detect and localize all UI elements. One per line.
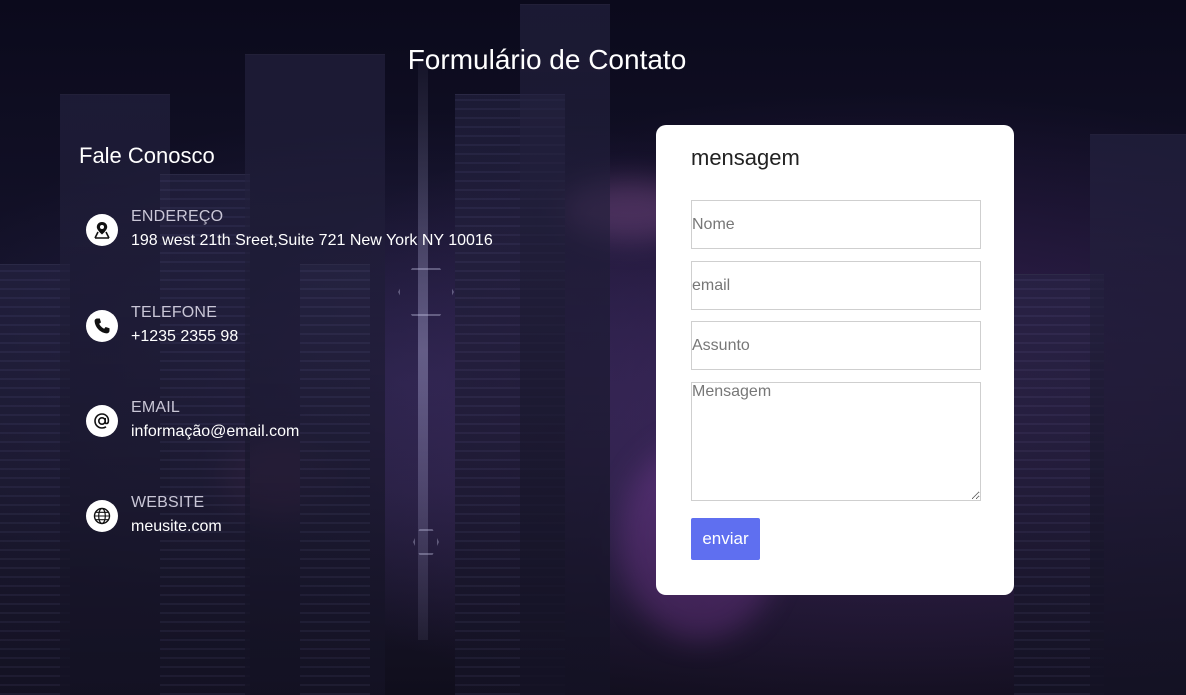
email-input[interactable]	[691, 261, 981, 310]
page-title: Formulário de Contato	[407, 44, 687, 75]
contact-info-heading: Fale Conosco	[79, 143, 215, 168]
address-label: ENDEREÇO	[131, 208, 224, 225]
website-value: meusite.com	[131, 518, 222, 535]
contact-item-email: EMAIL informação@email.com	[86, 398, 299, 443]
subject-input[interactable]	[691, 321, 981, 370]
contact-info-panel: Fale Conosco ENDEREÇO 198 west 21th Sree…	[79, 143, 599, 535]
phone-icon	[86, 309, 118, 342]
globe-icon	[86, 499, 118, 532]
contact-item-website: WEBSITE meusite.com	[86, 493, 222, 538]
address-value: 198 west 21th Sreet,Suite 721 New York N…	[131, 232, 493, 249]
at-sign-icon	[86, 404, 118, 437]
form-heading: mensagem	[691, 145, 800, 170]
contact-item-address: ENDEREÇO 198 west 21th Sreet,Suite 721 N…	[86, 207, 493, 252]
phone-label: TELEFONE	[131, 304, 218, 321]
phone-value: +1235 2355 98	[131, 328, 239, 345]
send-button[interactable]: enviar	[691, 518, 760, 560]
message-textarea[interactable]	[691, 382, 981, 501]
email-label: EMAIL	[131, 399, 181, 416]
name-input[interactable]	[691, 200, 981, 249]
email-value: informação@email.com	[131, 423, 300, 440]
contact-item-phone: TELEFONE +1235 2355 98	[86, 303, 238, 348]
website-label: WEBSITE	[131, 494, 205, 511]
contact-form-card: mensagem enviar	[656, 125, 1014, 595]
map-pin-icon	[86, 213, 118, 246]
